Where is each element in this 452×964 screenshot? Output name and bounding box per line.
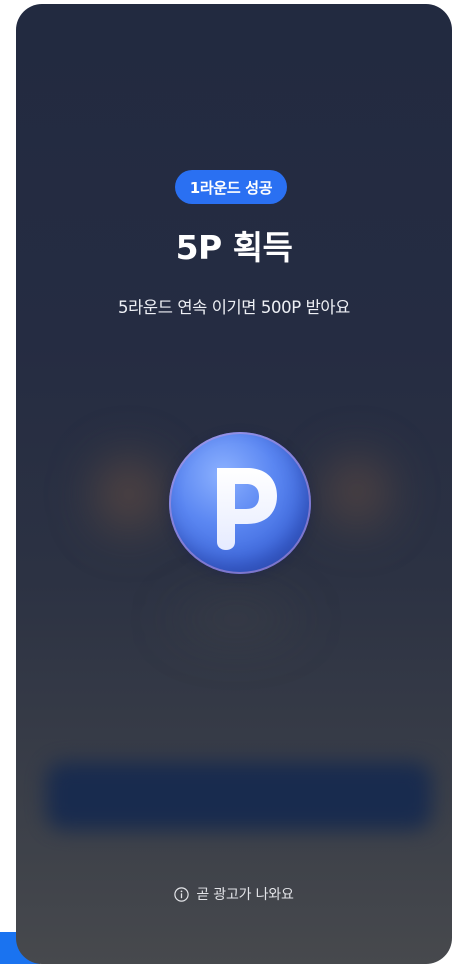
coin-p-glyph [217,468,277,550]
ad-notice: 곧 광고가 나와요 [16,884,452,904]
coin-letter [169,432,311,574]
screen: 1라운드 성공 5P 획득 5라운드 연속 이기면 500P 받아요 곧 광고가… [0,0,452,964]
right-blurred-glow [316,444,398,539]
blurred-action-button [46,762,432,830]
round-success-badge: 1라운드 성공 [175,170,287,204]
reward-title: 5P 획득 [175,228,293,267]
reward-subtitle: 5라운드 연속 이기면 500P 받아요 [118,298,350,317]
left-blurred-glow [88,444,170,544]
lower-blurred-glow [156,584,316,654]
info-icon [174,886,190,902]
ad-notice-text: 곧 광고가 나와요 [196,887,294,903]
point-coin-icon [169,432,311,574]
